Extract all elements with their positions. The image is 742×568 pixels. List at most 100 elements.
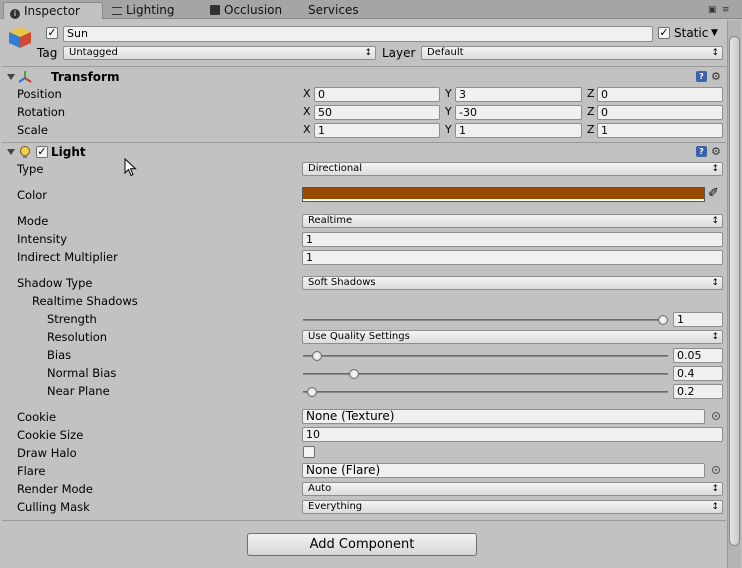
rotation-z-field[interactable]: 0 — [597, 105, 723, 120]
mode-dropdown[interactable]: Realtime — [302, 214, 723, 228]
strength-field[interactable]: 1 — [673, 312, 723, 327]
intensity-field[interactable]: 1 — [302, 232, 723, 247]
position-y-field[interactable]: 3 — [455, 87, 582, 102]
tab-lighting[interactable]: Lighting — [106, 2, 202, 19]
bias-slider-track[interactable] — [303, 355, 668, 357]
normal-bias-field[interactable]: 0.4 — [673, 366, 723, 381]
light-foldout-icon[interactable] — [7, 149, 15, 155]
near-plane-field[interactable]: 0.2 — [673, 384, 723, 399]
shadow-type-dropdown[interactable]: Soft Shadows — [302, 276, 723, 290]
axis-x-label[interactable]: X — [303, 87, 311, 101]
cookie-size-label: Cookie Size — [17, 428, 84, 442]
indirect-multiplier-field[interactable]: 1 — [302, 250, 723, 265]
axis-z-label[interactable]: Z — [587, 87, 595, 101]
transform-title: Transform — [51, 70, 120, 84]
position-x-field[interactable]: 0 — [314, 87, 440, 102]
near-plane-slider-thumb[interactable] — [306, 387, 317, 397]
scale-label: Scale — [17, 123, 48, 137]
menu-icon[interactable]: ≡ — [722, 5, 730, 15]
tab-bar: i Inspector Lighting Occlusion Services ▣… — [0, 0, 742, 19]
near-plane-slider-track[interactable] — [303, 391, 668, 393]
static-checkbox[interactable]: ✓ — [658, 27, 670, 39]
normal-bias-label: Normal Bias — [47, 366, 117, 380]
divider — [2, 142, 726, 143]
lighting-icon — [112, 7, 122, 15]
gameobject-icon — [7, 25, 33, 49]
object-picker-icon[interactable] — [712, 412, 720, 420]
axis-z-label[interactable]: Z — [587, 123, 595, 137]
transform-icon — [18, 70, 32, 84]
strength-label: Strength — [47, 312, 97, 326]
divider — [2, 66, 726, 67]
tag-dropdown[interactable]: Untagged — [63, 46, 376, 60]
axis-x-label[interactable]: X — [303, 105, 311, 119]
scale-y-field[interactable]: 1 — [455, 123, 582, 138]
tab-inspector[interactable]: i Inspector — [3, 2, 103, 19]
layer-dropdown[interactable]: Default — [421, 46, 723, 60]
normal-bias-slider-thumb[interactable] — [349, 369, 360, 379]
indirect-multiplier-label: Indirect Multiplier — [17, 250, 118, 264]
axis-y-label[interactable]: Y — [445, 123, 452, 137]
lock-icon[interactable]: ▣ — [708, 5, 717, 15]
mode-label: Mode — [17, 214, 49, 228]
static-label: Static — [674, 26, 709, 40]
axis-y-label[interactable]: Y — [445, 87, 452, 101]
type-dropdown[interactable]: Directional — [302, 162, 723, 176]
flare-field[interactable]: None (Flare) — [302, 463, 705, 478]
light-title: Light — [51, 145, 86, 159]
axis-y-label[interactable]: Y — [445, 105, 452, 119]
draw-halo-checkbox[interactable] — [303, 446, 315, 458]
object-picker-icon[interactable] — [712, 466, 720, 474]
occlusion-icon — [210, 5, 220, 15]
color-field[interactable] — [302, 187, 705, 202]
divider — [2, 520, 726, 521]
cookie-size-field[interactable]: 10 — [302, 427, 723, 442]
bias-label: Bias — [47, 348, 72, 362]
cookie-label: Cookie — [17, 410, 57, 424]
scrollbar-thumb[interactable] — [729, 36, 740, 546]
color-swatch — [303, 188, 704, 199]
eyedropper-icon[interactable]: ✐ — [708, 186, 722, 202]
active-checkbox[interactable]: ✓ — [46, 27, 58, 39]
position-label: Position — [17, 87, 62, 101]
color-label: Color — [17, 188, 48, 202]
scale-x-field[interactable]: 1 — [314, 123, 440, 138]
strength-slider-thumb[interactable] — [658, 315, 668, 325]
help-icon[interactable]: ? — [696, 146, 707, 157]
name-field[interactable]: Sun — [63, 26, 653, 42]
light-bulb-icon — [19, 146, 31, 159]
realtime-shadows-label: Realtime Shadows — [32, 294, 138, 308]
axis-x-label[interactable]: X — [303, 123, 311, 137]
render-mode-dropdown[interactable]: Auto — [302, 482, 723, 496]
bias-field[interactable]: 0.05 — [673, 348, 723, 363]
axis-z-label[interactable]: Z — [587, 105, 595, 119]
transform-foldout-icon[interactable] — [7, 74, 15, 80]
strength-slider-track[interactable] — [303, 319, 668, 321]
bias-slider-thumb[interactable] — [311, 351, 322, 361]
draw-halo-label: Draw Halo — [17, 446, 77, 460]
rotation-x-field[interactable]: 50 — [314, 105, 440, 120]
light-enabled-checkbox[interactable]: ✓ — [36, 146, 48, 158]
render-mode-label: Render Mode — [17, 482, 93, 496]
mouse-cursor-icon — [124, 157, 138, 178]
tab-services[interactable]: Services — [302, 2, 382, 19]
near-plane-label: Near Plane — [47, 384, 110, 398]
cookie-field[interactable]: None (Texture) — [302, 409, 705, 424]
resolution-dropdown[interactable]: Use Quality Settings — [302, 330, 723, 344]
type-label: Type — [17, 162, 44, 176]
position-z-field[interactable]: 0 — [597, 87, 723, 102]
scale-z-field[interactable]: 1 — [597, 123, 723, 138]
add-component-button[interactable]: Add Component — [247, 533, 477, 556]
resolution-label: Resolution — [47, 330, 108, 344]
intensity-label: Intensity — [17, 232, 68, 246]
gear-icon[interactable]: ⚙ — [711, 146, 721, 157]
rotation-y-field[interactable]: -30 — [455, 105, 582, 120]
tab-occlusion[interactable]: Occlusion — [204, 2, 304, 19]
shadow-type-label: Shadow Type — [17, 276, 93, 290]
static-dropdown-icon[interactable]: ▼ — [711, 26, 718, 40]
gear-icon[interactable]: ⚙ — [711, 71, 721, 82]
help-icon[interactable]: ? — [696, 71, 707, 82]
tag-label: Tag — [37, 46, 58, 60]
culling-mask-label: Culling Mask — [17, 500, 90, 514]
culling-mask-dropdown[interactable]: Everything — [302, 500, 723, 514]
